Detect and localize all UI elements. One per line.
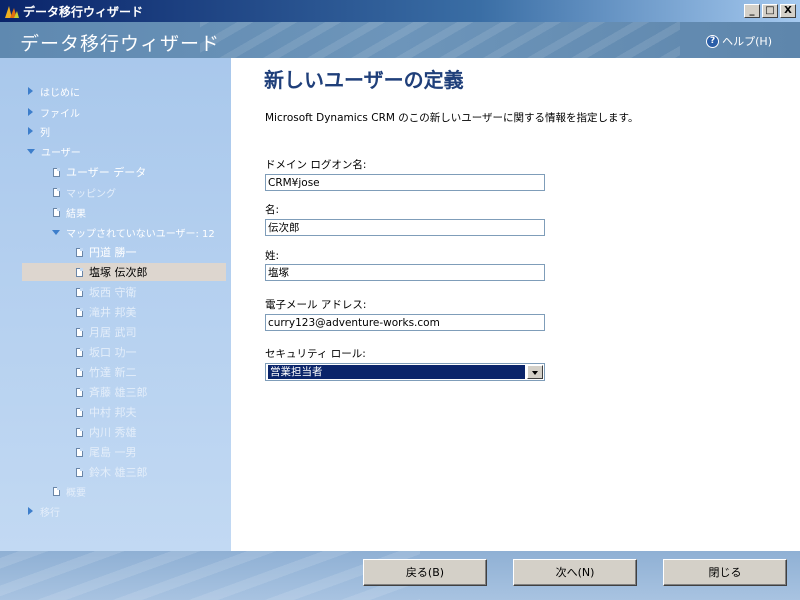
nav-item-label: 結果 — [66, 208, 86, 220]
nav-item-user[interactable]: 中村 邦夫 — [76, 403, 137, 421]
nav-item-user[interactable]: 斉藤 雄三郎 — [76, 383, 148, 401]
page-icon — [53, 207, 60, 217]
page-description: Microsoft Dynamics CRM のこの新しいユーザーに関する情報を… — [265, 112, 639, 124]
nav-item-user[interactable]: 尾島 一男 — [76, 443, 137, 461]
page-icon — [76, 367, 83, 377]
first-name-label: 名: — [265, 204, 280, 216]
nav-item-user[interactable]: 坂西 守衛 — [76, 283, 137, 301]
page-icon — [76, 447, 83, 457]
collapse-arrow-icon — [52, 229, 60, 235]
expand-arrow-icon — [28, 127, 33, 135]
expand-arrow-icon — [28, 87, 33, 95]
nav-item-user[interactable]: 内川 秀雄 — [76, 423, 137, 441]
nav-item-user[interactable]: 坂口 功一 — [76, 343, 137, 361]
footer-decoration — [0, 551, 420, 600]
next-button[interactable]: 次へ(N) — [513, 559, 637, 586]
security-role-value: 営業担当者 — [268, 365, 525, 379]
help-icon: ? — [706, 34, 720, 48]
page-icon — [76, 307, 83, 317]
page-icon — [76, 387, 83, 397]
nav-item-label: 坂口 功一 — [89, 346, 137, 359]
app-icon — [4, 3, 20, 19]
window-titlebar: データ移行ウィザード _ □ X — [0, 0, 800, 22]
nav-item-label: 中村 邦夫 — [89, 406, 137, 419]
page-icon — [53, 486, 60, 496]
nav-item-label: ユーザー — [41, 147, 81, 159]
minimize-button[interactable]: _ — [744, 4, 760, 18]
nav-item-user[interactable]: 竹達 新二 — [76, 363, 137, 381]
collapse-arrow-icon — [27, 148, 35, 154]
nav-item-user[interactable]: 円道 勝一 — [76, 243, 137, 261]
wizard-title: データ移行ウィザード — [20, 33, 221, 55]
page-icon — [53, 187, 60, 197]
page-icon — [76, 287, 83, 297]
expand-arrow-icon — [28, 507, 33, 515]
page-icon — [76, 407, 83, 417]
nav-item-label: 竹達 新二 — [89, 366, 137, 379]
nav-item-label: 斉藤 雄三郎 — [89, 386, 148, 399]
page-title: 新しいユーザーの定義 — [264, 68, 464, 92]
chevron-down-icon[interactable] — [527, 365, 543, 379]
window-title: データ移行ウィザード — [23, 4, 144, 19]
email-input[interactable] — [265, 314, 545, 331]
nav-item-label: 内川 秀雄 — [89, 426, 137, 439]
last-name-label: 姓: — [265, 250, 280, 262]
main-panel: 新しいユーザーの定義 Microsoft Dynamics CRM のこの新しい… — [231, 58, 800, 551]
page-icon — [53, 167, 60, 177]
nav-item-summary[interactable]: 概要 — [53, 482, 86, 500]
nav-item-label: はじめに — [40, 87, 80, 99]
nav-item-label: 月居 武司 — [89, 326, 137, 339]
nav-item-label: 坂西 守衛 — [89, 286, 137, 299]
wizard-header: データ移行ウィザード ? ヘルプ(H) — [0, 22, 800, 58]
nav-item-user-data[interactable]: ユーザー データ — [53, 163, 146, 181]
nav-item-migration[interactable]: 移行 — [28, 502, 60, 520]
nav-item-label: 塩塚 伝次郎 — [89, 266, 148, 279]
nav-item-label: 円道 勝一 — [89, 246, 137, 259]
nav-item-label: 鈴木 雄三郎 — [89, 466, 148, 479]
security-role-label: セキュリティ ロール: — [265, 348, 366, 360]
domain-logon-input[interactable] — [265, 174, 545, 191]
nav-item-label: 列 — [40, 127, 50, 139]
nav-item-label: ユーザー データ — [66, 166, 147, 179]
page-icon — [76, 267, 83, 277]
close-button[interactable]: 閉じる — [663, 559, 787, 586]
back-button[interactable]: 戻る(B) — [363, 559, 487, 586]
domain-logon-label: ドメイン ログオン名: — [265, 159, 367, 171]
nav-item-label: マッピング — [66, 188, 116, 200]
help-link[interactable]: ? ヘルプ(H) — [706, 33, 772, 49]
header-decoration — [200, 22, 680, 58]
email-label: 電子メール アドレス: — [265, 299, 367, 311]
nav-item-label: マップされていないユーザー: 12 — [66, 228, 215, 240]
wizard-footer: 戻る(B) 次へ(N) 閉じる — [0, 551, 800, 600]
nav-item-users[interactable]: ユーザー — [27, 142, 81, 160]
nav-item-file[interactable]: ファイル — [28, 103, 80, 121]
nav-item-label: 移行 — [40, 507, 60, 519]
page-icon — [76, 427, 83, 437]
page-icon — [76, 247, 83, 257]
nav-item-label: 滝井 邦美 — [89, 306, 137, 319]
help-label: ヘルプ(H) — [722, 35, 772, 48]
expand-arrow-icon — [28, 108, 33, 116]
maximize-button[interactable]: □ — [762, 4, 778, 18]
close-window-button[interactable]: X — [780, 4, 796, 18]
first-name-input[interactable] — [265, 219, 545, 236]
page-icon — [76, 347, 83, 357]
nav-item-columns[interactable]: 列 — [28, 122, 50, 140]
nav-item-user[interactable]: 月居 武司 — [76, 323, 137, 341]
nav-item-unmapped-users[interactable]: マップされていないユーザー: 12 — [52, 223, 215, 241]
nav-item-label: 概要 — [66, 487, 86, 499]
wizard-steps-sidebar: はじめに ファイル 列 ユーザー ユーザー データ マッピング 結果 マップされ… — [0, 58, 231, 551]
nav-item-mapping[interactable]: マッピング — [53, 183, 116, 201]
page-icon — [76, 327, 83, 337]
nav-item-label: ファイル — [40, 108, 80, 120]
security-role-select[interactable]: 営業担当者 — [265, 363, 545, 381]
nav-item-results[interactable]: 結果 — [53, 203, 86, 221]
page-icon — [76, 467, 83, 477]
nav-item-label: 尾島 一男 — [89, 446, 137, 459]
nav-item-user[interactable]: 滝井 邦美 — [76, 303, 137, 321]
nav-item-user-selected[interactable]: 塩塚 伝次郎 — [22, 263, 226, 281]
nav-item-intro[interactable]: はじめに — [28, 82, 80, 100]
nav-item-user[interactable]: 鈴木 雄三郎 — [76, 463, 148, 481]
last-name-input[interactable] — [265, 264, 545, 281]
